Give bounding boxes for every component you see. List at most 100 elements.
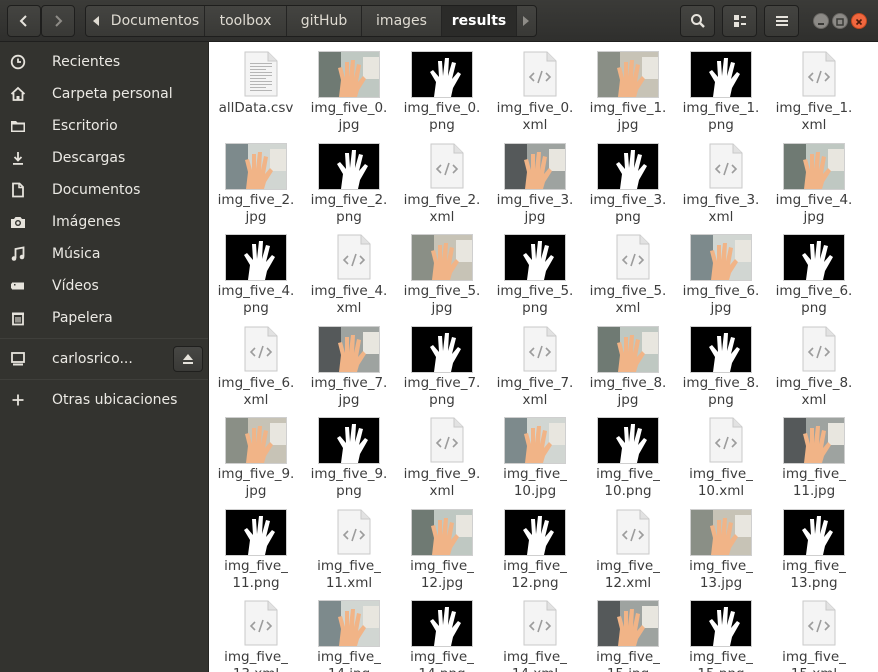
sidebar-item-label: carlosrico... (52, 351, 133, 367)
file-item[interactable]: img_five_5. png (490, 227, 580, 316)
file-item[interactable]: img_five_9. png (304, 410, 394, 499)
maximize-button[interactable] (832, 13, 848, 29)
file-item[interactable]: img_five_6. jpg (676, 227, 766, 316)
crumb-images[interactable]: images (362, 6, 442, 36)
file-item[interactable]: img_five_5. xml (583, 227, 673, 316)
menu-button[interactable] (764, 5, 799, 37)
file-item[interactable]: img_five_ 14.xml (490, 593, 580, 672)
file-item[interactable]: img_five_3. xml (676, 136, 766, 225)
file-item[interactable]: img_five_7. jpg (304, 319, 394, 408)
file-item[interactable]: img_five_3. jpg (490, 136, 580, 225)
file-item[interactable]: img_five_ 14.jpg (304, 593, 394, 672)
file-item[interactable]: img_five_ 11.xml (304, 502, 394, 591)
file-name: img_five_ 11.png (224, 558, 288, 591)
view-toggle-button[interactable] (722, 5, 757, 37)
sidebar-item-carpeta-personal[interactable]: Carpeta personal (0, 78, 208, 110)
home-icon (9, 85, 27, 103)
file-item[interactable]: img_five_6. png (769, 227, 859, 316)
sidebar-item-otras-ubicaciones[interactable]: Otras ubicaciones (0, 384, 208, 416)
file-item[interactable]: img_five_1. jpg (583, 44, 673, 133)
sidebar-separator (0, 338, 208, 339)
file-name: img_five_ 15.png (689, 649, 753, 672)
file-name: img_five_ 15.jpg (596, 649, 660, 672)
file-item[interactable]: img_five_ 15.xml (769, 593, 859, 672)
sidebar-item-imagenes[interactable]: Imágenes (0, 206, 208, 238)
file-name: img_five_5. png (496, 283, 574, 316)
file-item[interactable]: img_five_ 13.xml (211, 593, 301, 672)
file-grid: allData.csv img_five_0. jpg img_five_0. pn… (209, 42, 878, 672)
file-item[interactable]: img_five_1. png (676, 44, 766, 133)
xml-file-icon (521, 51, 559, 97)
video-icon (9, 277, 27, 295)
file-item[interactable]: img_five_2. png (304, 136, 394, 225)
eject-button[interactable] (173, 346, 203, 372)
sidebar-item-recientes[interactable]: Recientes (0, 46, 208, 78)
file-item[interactable]: img_five_ 12.xml (583, 502, 673, 591)
file-item[interactable]: img_five_7. xml (490, 319, 580, 408)
file-name: img_five_9. xml (403, 466, 481, 499)
file-item[interactable]: img_five_4. jpg (769, 136, 859, 225)
file-item[interactable]: img_five_ 15.png (676, 593, 766, 672)
file-item[interactable]: img_five_ 12.jpg (397, 502, 487, 591)
text-file-icon (242, 51, 280, 97)
file-item[interactable]: img_five_ 11.jpg (769, 410, 859, 499)
file-item[interactable]: img_five_9. jpg (211, 410, 301, 499)
sidebar-item-device[interactable]: carlosrico... (0, 343, 208, 375)
file-item[interactable]: img_five_9. xml (397, 410, 487, 499)
file-item[interactable]: img_five_ 12.png (490, 502, 580, 591)
sidebar-item-papelera[interactable]: Papelera (0, 302, 208, 334)
file-item[interactable]: img_five_8. xml (769, 319, 859, 408)
file-name: img_five_ 10.jpg (503, 466, 567, 499)
file-item[interactable]: img_five_ 13.jpg (676, 502, 766, 591)
xml-file-icon (614, 234, 652, 280)
file-item[interactable]: img_five_ 15.jpg (583, 593, 673, 672)
file-item[interactable]: img_five_7. png (397, 319, 487, 408)
file-item[interactable]: img_five_3. png (583, 136, 673, 225)
file-item[interactable]: img_five_4. png (211, 227, 301, 316)
close-button[interactable] (851, 13, 867, 29)
file-item[interactable]: img_five_1. xml (769, 44, 859, 133)
back-button[interactable] (7, 5, 41, 37)
crumb-documentos[interactable]: Documentos (106, 6, 205, 36)
sidebar-item-musica[interactable]: Música (0, 238, 208, 270)
file-item[interactable]: img_five_6. xml (211, 319, 301, 408)
sidebar-item-documentos[interactable]: Documentos (0, 174, 208, 206)
grid-view-icon (733, 15, 746, 27)
file-item[interactable]: img_five_0. png (397, 44, 487, 133)
file-name: img_five_ 10.png (596, 466, 660, 499)
file-item[interactable]: img_five_5. jpg (397, 227, 487, 316)
download-icon (9, 149, 27, 167)
file-item[interactable]: img_five_2. jpg (211, 136, 301, 225)
image-thumbnail (318, 600, 380, 647)
xml-file-icon (521, 326, 559, 372)
file-item[interactable]: img_five_ 10.png (583, 410, 673, 499)
file-item[interactable]: img_five_ 10.xml (676, 410, 766, 499)
file-item[interactable]: img_five_ 11.png (211, 502, 301, 591)
file-item[interactable]: img_five_2. xml (397, 136, 487, 225)
file-item[interactable]: img_five_4. xml (304, 227, 394, 316)
file-item[interactable]: img_five_ 10.jpg (490, 410, 580, 499)
forward-button[interactable] (41, 5, 75, 37)
file-item[interactable]: img_five_ 13.png (769, 502, 859, 591)
file-item[interactable]: img_five_8. png (676, 319, 766, 408)
minimize-button[interactable] (813, 13, 829, 29)
file-item[interactable]: img_five_0. jpg (304, 44, 394, 133)
crumb-toolbox[interactable]: toolbox (205, 6, 287, 36)
file-name: img_five_ 13.xml (224, 649, 288, 672)
file-name: img_five_6. png (775, 283, 853, 316)
sidebar-item-descargas[interactable]: Descargas (0, 142, 208, 174)
file-item[interactable]: allData.csv (211, 44, 301, 132)
chevron-left-icon (19, 15, 27, 27)
crumb-results[interactable]: results (442, 6, 517, 36)
file-item[interactable]: img_five_0. xml (490, 44, 580, 133)
file-item[interactable]: img_five_ 14.png (397, 593, 487, 672)
path-scroll-left-button[interactable] (86, 6, 106, 36)
file-name: allData.csv (218, 100, 294, 116)
sidebar-item-escritorio[interactable]: Escritorio (0, 110, 208, 142)
crumb-github[interactable]: gitHub (287, 6, 362, 36)
file-item[interactable]: img_five_8. jpg (583, 319, 673, 408)
sidebar-item-videos[interactable]: Vídeos (0, 270, 208, 302)
search-button[interactable] (680, 5, 715, 37)
path-scroll-right-button[interactable] (516, 6, 536, 36)
mask-thumbnail (783, 509, 845, 556)
